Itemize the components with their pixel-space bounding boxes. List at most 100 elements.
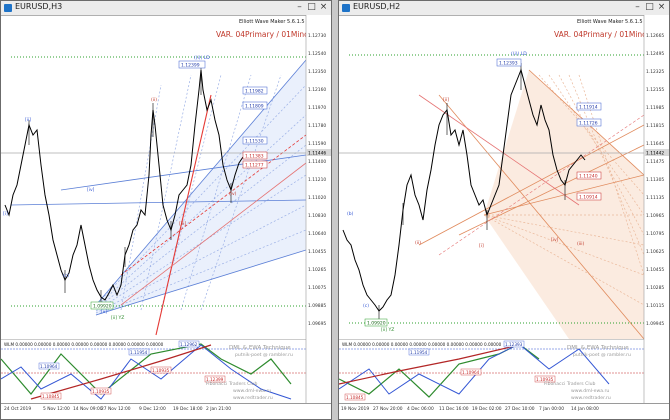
svg-text:1.10265: 1.10265: [308, 267, 326, 273]
svg-text:1.12160: 1.12160: [308, 87, 326, 93]
svg-text:1.12730: 1.12730: [308, 33, 326, 39]
svg-text:1.11400: 1.11400: [308, 159, 326, 165]
svg-text:1.12155: 1.12155: [646, 87, 664, 93]
wave-label: [v]: [101, 309, 107, 315]
current-price-label: 1.11442: [646, 151, 664, 157]
svg-text:Fibonacci Traders Club: Fibonacci Traders Club: [544, 381, 596, 387]
minimize-icon[interactable]: –: [632, 2, 643, 13]
chart-window-icon: [342, 4, 350, 12]
time-label: 19 Dec 18:00: [173, 406, 203, 412]
time-label: 19 Dec 02:00: [472, 406, 502, 412]
svg-text:Fibonacci Traders Club: Fibonacci Traders Club: [206, 381, 258, 387]
svg-text:1.11590: 1.11590: [308, 141, 326, 147]
indicator-name: Elliott Wave Maker 5.6.1.5: [577, 19, 643, 25]
svg-text:1.10285: 1.10285: [646, 285, 664, 291]
svg-text:1.12540: 1.12540: [308, 51, 326, 57]
time-label: 14 Nov 09:00: [73, 406, 103, 412]
main-chart[interactable]: Elliott Wave Maker 5.6.1.5 VAR. 04Primar…: [1, 15, 332, 339]
level-box: 1.11383: [245, 154, 264, 160]
wave-label: (ii): [151, 97, 157, 103]
svg-text:1.11020: 1.11020: [308, 195, 326, 201]
svg-text:1.11954: 1.11954: [410, 350, 428, 355]
wave-label: ((i)) LD: [511, 51, 527, 57]
variant-label: VAR. 04Primary / 01Minor: [216, 30, 313, 39]
svg-text:1.11954: 1.11954: [130, 350, 148, 355]
wave-label: [iii]: [179, 221, 187, 227]
time-label: 5 Nov 12:00: [43, 406, 70, 412]
window-title: EURUSD,H3: [15, 2, 63, 11]
svg-text:1.11305: 1.11305: [646, 177, 664, 183]
svg-text:1.10845: 1.10845: [346, 395, 364, 400]
wave-label: (c): [363, 303, 369, 309]
svg-text:DML & EWA Technique: DML & EWA Technique: [567, 345, 629, 351]
time-label: 19 Nov 2019: [341, 406, 369, 412]
sub-green-zigzag: [339, 343, 540, 398]
time-label: 27 Dec 10:00: [505, 406, 535, 412]
svg-text:1.11135: 1.11135: [646, 195, 664, 201]
pitchfork-fill: [484, 70, 644, 339]
svg-text:www.dml-ewa.ru: www.dml-ewa.ru: [233, 388, 271, 394]
svg-text:1.10640: 1.10640: [308, 231, 326, 237]
time-label: 4 Dec 06:00: [407, 406, 434, 412]
svg-text:1.10115: 1.10115: [646, 303, 664, 309]
close-icon[interactable]: ×: [318, 2, 329, 13]
svg-text:1.09695: 1.09695: [308, 321, 326, 327]
svg-text:1.10964: 1.10964: [40, 364, 58, 369]
chart-window-eurusd-h3[interactable]: EURUSD,H3 – □ × Elliott Wave Maker 5.6.1…: [0, 0, 332, 420]
minimize-icon[interactable]: –: [294, 2, 305, 13]
sub-value-boxes: 1.12393 1.11954 1.10964 1.10935 1.10845: [344, 340, 556, 401]
level-box: 1.11982: [245, 89, 264, 95]
level-box: 1.11530: [245, 139, 264, 145]
sub-indicator-window[interactable]: WLM 0.00000 0.00000 0.00000 0.00000 0.00…: [1, 339, 332, 403]
window-title: EURUSD,H2: [353, 2, 401, 11]
window-title-bar[interactable]: EURUSD,H3 – □ ×: [1, 1, 331, 16]
svg-text:1.11985: 1.11985: [646, 105, 664, 111]
indicator-name: Elliott Wave Maker 5.6.1.5: [239, 19, 305, 25]
time-label: 9 Dec 12:00: [139, 406, 166, 412]
svg-text:1.12393: 1.12393: [505, 342, 523, 347]
time-axis: 19 Nov 2019 27 Nov 20:00 4 Dec 06:00 11 …: [339, 403, 669, 419]
maximize-icon[interactable]: □: [306, 2, 317, 13]
level-box: 1.11914: [579, 105, 598, 111]
chart-window-eurusd-h2[interactable]: EURUSD,H2 – □ × Elliott Wave Maker 5.6.1…: [338, 0, 670, 420]
svg-text:1.11210: 1.11210: [308, 177, 326, 183]
window-title-bar[interactable]: EURUSD,H2 – □ ×: [339, 1, 669, 16]
level-box: 1.11809: [245, 104, 264, 110]
wave-label: [ii] YZ: [381, 327, 394, 333]
svg-text:1.10455: 1.10455: [646, 267, 664, 273]
wave-label: [i]: [479, 243, 484, 249]
svg-text:1.11645: 1.11645: [646, 141, 664, 147]
svg-text:1.11475: 1.11475: [646, 159, 664, 165]
level-box: 1.11240: [579, 174, 598, 180]
time-label: 27 Nov 12:00: [101, 406, 131, 412]
current-price-label: 1.11446: [308, 151, 326, 157]
main-chart[interactable]: Elliott Wave Maker 5.6.1.5 VAR. 04Primar…: [339, 15, 670, 339]
wave-label: ((i)) LD: [194, 55, 210, 61]
svg-text:DML & EWA Technique: DML & EWA Technique: [229, 345, 291, 351]
svg-text:1.11970: 1.11970: [308, 105, 326, 111]
maximize-icon[interactable]: □: [644, 2, 655, 13]
time-label: 24 Oct 2019: [4, 406, 31, 412]
sub-indicator-window[interactable]: WLM 0.00000 0.00000 0.00000 0.00000 0.00…: [339, 339, 670, 403]
level-box: 1.12399: [181, 63, 200, 69]
wave-label: [i]: [3, 211, 8, 217]
level-box: 1.09920: [367, 321, 386, 327]
variant-label: VAR. 04Primary / 01Minor: [554, 30, 651, 39]
time-label: 2 Jan 21:00: [206, 406, 231, 412]
time-label: 14 Jan 08:00: [571, 406, 599, 412]
svg-text:1.09945: 1.09945: [646, 321, 664, 327]
svg-text:1.11815: 1.11815: [646, 123, 664, 129]
time-axis: 24 Oct 2019 5 Nov 12:00 14 Nov 09:00 27 …: [1, 403, 331, 419]
wave-label: (ii): [415, 240, 421, 246]
svg-text:1.11780: 1.11780: [308, 123, 326, 129]
time-label: 11 Dec 16:00: [439, 406, 469, 412]
close-icon[interactable]: ×: [656, 2, 667, 13]
svg-text:putnik-poet @ rambler.ru: putnik-poet @ rambler.ru: [573, 352, 631, 358]
svg-text:1.12962: 1.12962: [180, 342, 198, 347]
svg-text:1.12665: 1.12665: [646, 33, 664, 39]
sub-indicator-label: WLM 0.00000 0.00000 0.00000 0.00000 0.00…: [4, 342, 164, 347]
wave-label: (b): [347, 211, 354, 217]
level-box: 1.11277: [245, 163, 264, 169]
level-box: 1.09920: [93, 304, 112, 310]
svg-text:1.10965: 1.10965: [646, 213, 664, 219]
